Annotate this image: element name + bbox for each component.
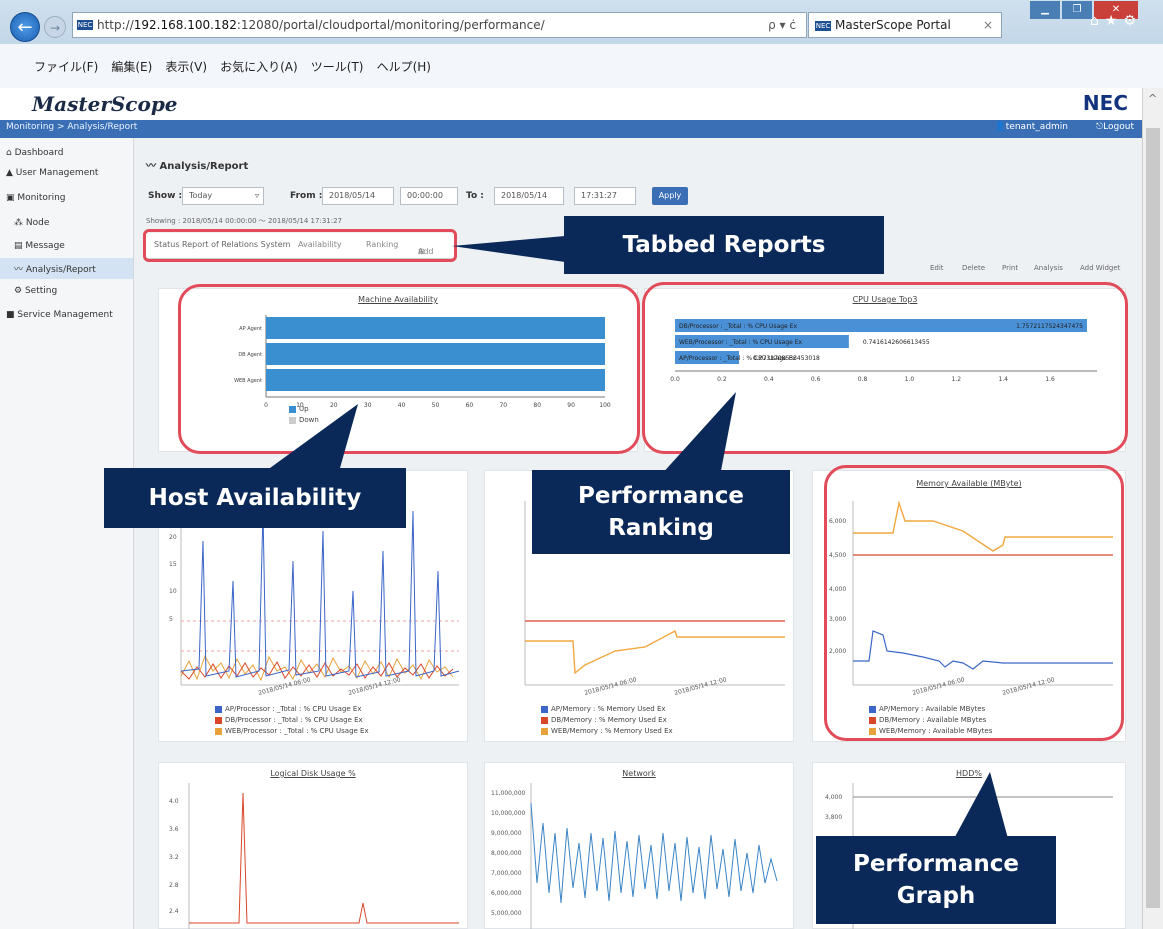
performance-ranking-callout: Performance Ranking [532, 470, 790, 554]
callout-pointers [270, 236, 1010, 846]
callout-line: Graph [896, 883, 976, 909]
tabbed-reports-callout: Tabbed Reports [564, 216, 884, 274]
callout-line: Performance [852, 851, 1020, 877]
host-availability-callout: Host Availability [104, 468, 406, 528]
performance-graph-callout: Performance Graph [816, 836, 1056, 924]
browser-window: ▁ ❐ ✕ ← → NEC http://192.168.100.182:120… [0, 0, 1163, 929]
callout-line: Ranking [608, 515, 714, 541]
callout-line: Performance [577, 483, 745, 509]
